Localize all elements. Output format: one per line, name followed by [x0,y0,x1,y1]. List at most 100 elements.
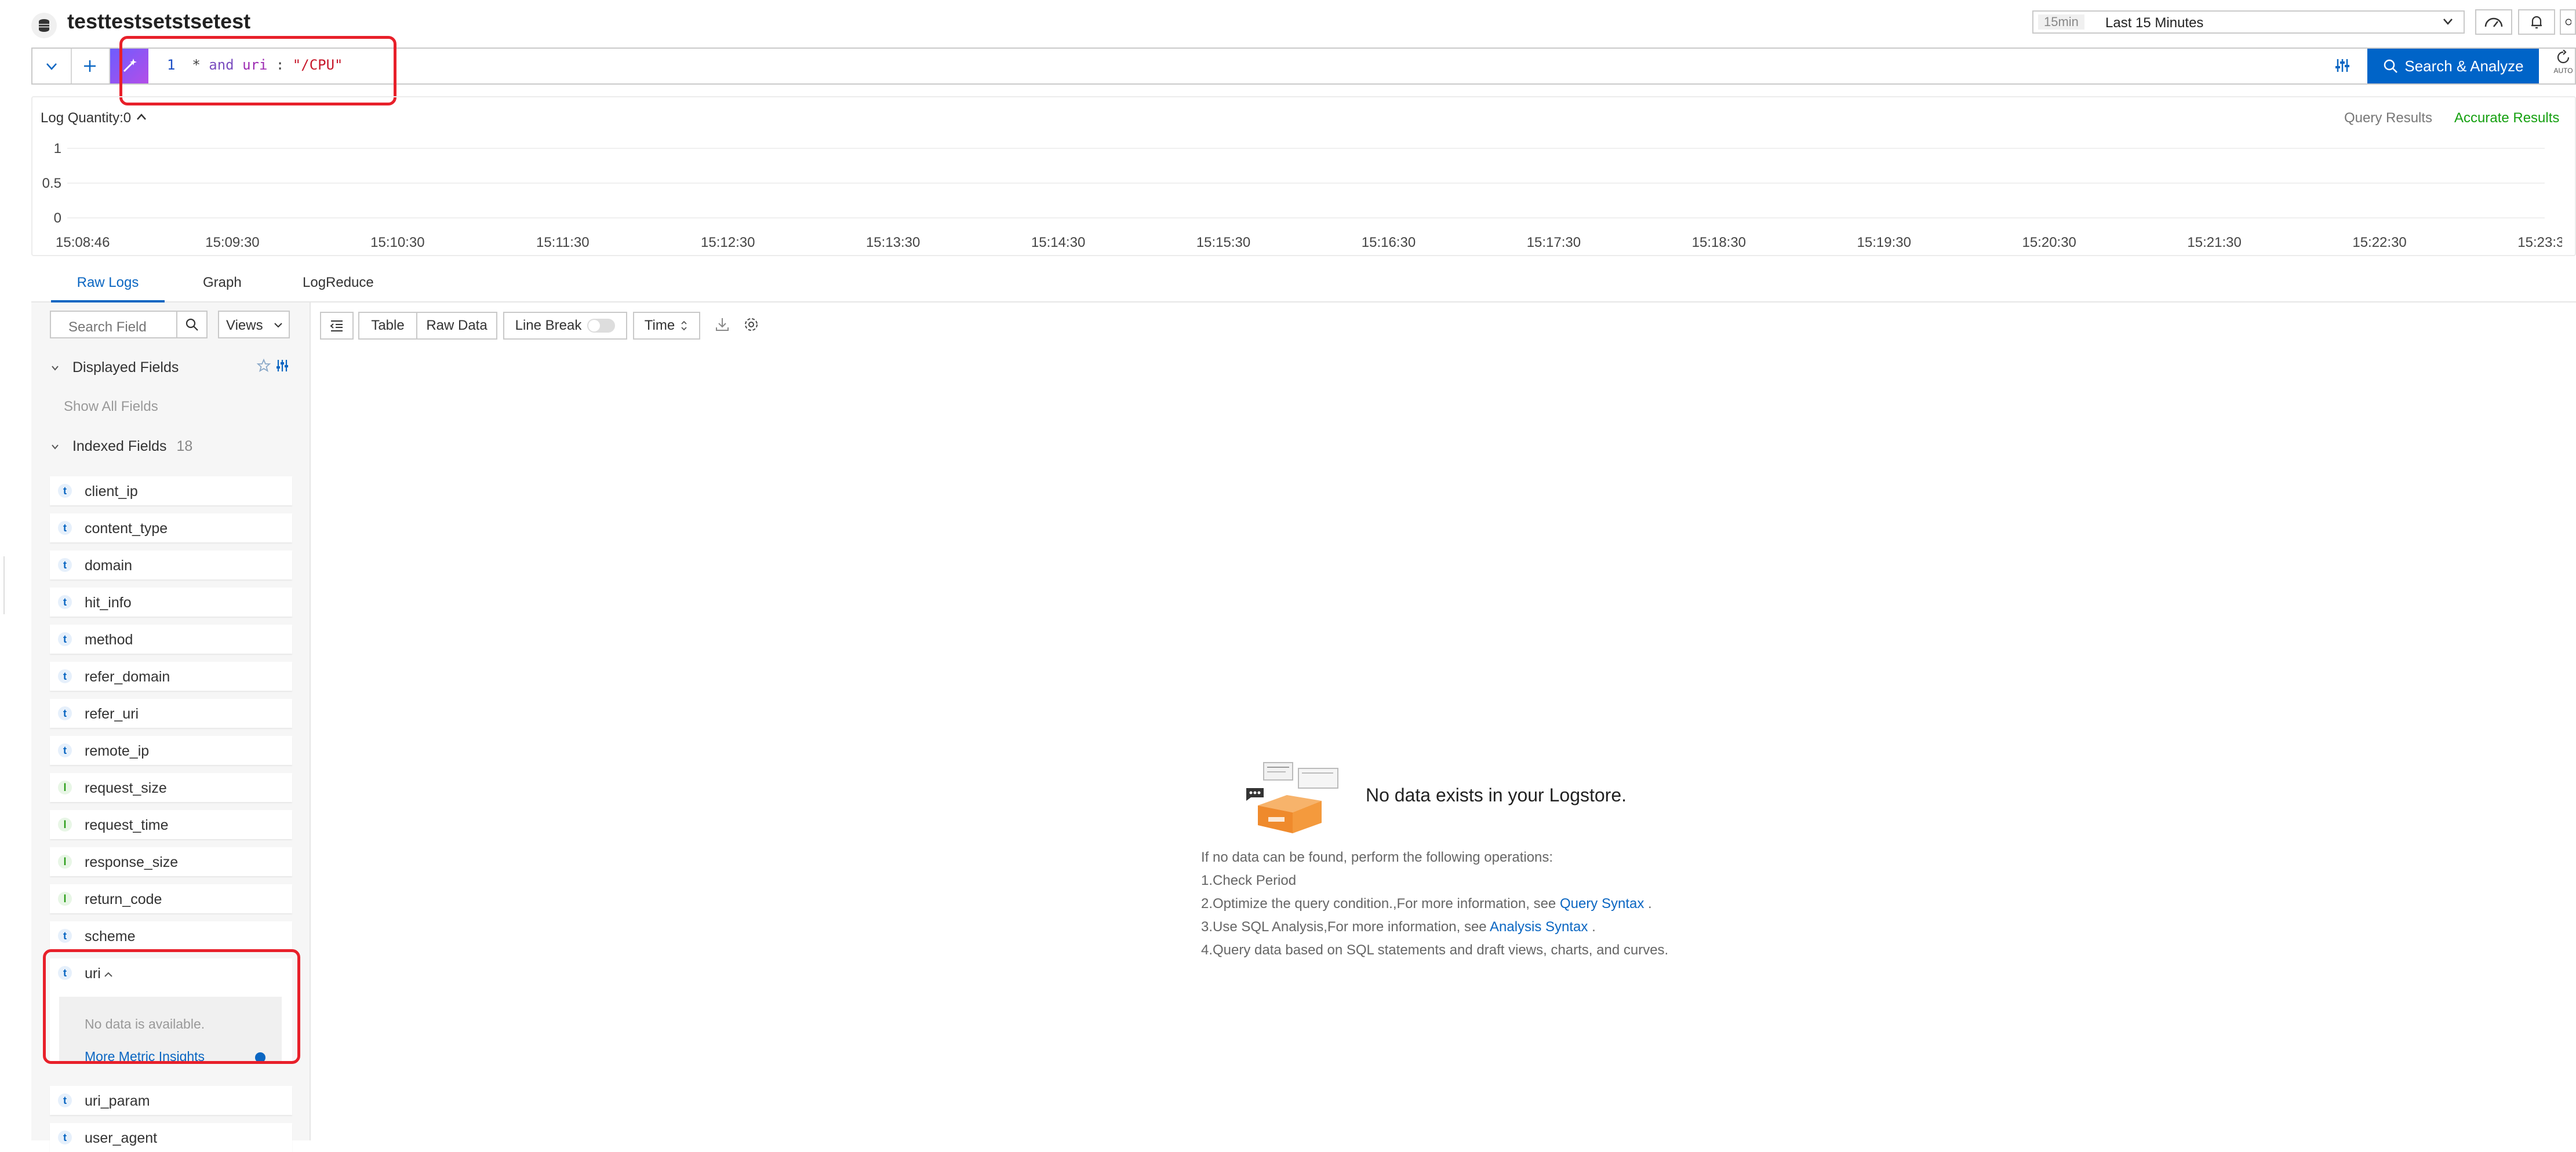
field-item-uri-param[interactable]: t uri_param [50,1086,292,1115]
collapse-list-button[interactable] [320,312,354,340]
field-item-hit-info[interactable]: t hit_info [50,588,292,617]
field-item-request-size[interactable]: l request_size [50,773,292,802]
field-item-remote-ip[interactable]: t remote_ip [50,736,292,765]
empty-state-step4: 4.Query data based on SQL statements and… [1201,942,1669,958]
favorite-fields-button[interactable] [256,358,271,376]
query-highlight-box [119,36,396,105]
field-search-button[interactable] [176,311,208,338]
x-tick-label: 15:08:46 [56,235,110,250]
field-type-badge: l [58,892,72,906]
field-name: method [85,632,133,648]
star-icon [256,358,271,372]
auto-refresh-button[interactable]: AUTO [2550,49,2576,82]
field-type-badge: t [58,595,72,609]
line-break-switch[interactable] [587,319,616,333]
field-item-scheme[interactable]: t scheme [50,921,292,950]
x-tick-label: 15:11:30 [536,235,590,250]
chevron-down-icon [52,444,59,450]
field-item-content-type[interactable]: t content_type [50,513,292,542]
field-item-method[interactable]: t method [50,625,292,654]
search-icon [185,318,198,331]
field-name: remote_ip [85,743,150,759]
displayed-fields-header[interactable]: Displayed Fields [50,359,179,376]
search-analyze-button[interactable]: Search & Analyze [2367,49,2539,83]
tab-graph[interactable]: Graph [203,275,242,300]
time-range-label: Last 15 Minutes [2105,15,2204,31]
search-icon [2384,59,2398,73]
field-type-badge: t [58,521,72,535]
refresh-gauge-button[interactable] [2475,9,2512,35]
uri-highlight-box [43,949,300,1064]
sliders-icon [2335,59,2349,72]
chevron-down-icon [2440,14,2455,33]
empty-state-intro: If no data can be found, perform the fol… [1201,850,1553,865]
field-item-client-ip[interactable]: t client_ip [50,476,292,505]
sliders-icon [276,360,288,371]
download-button[interactable] [714,316,730,336]
tab-logreduce[interactable]: LogReduce [303,275,374,300]
field-type-badge: t [58,743,72,757]
field-name: request_time [85,817,169,833]
y-tick-label: 0 [54,210,61,226]
sidebar-divider[interactable] [310,302,311,1140]
field-name: domain [85,557,132,574]
field-item-refer-domain[interactable]: t refer_domain [50,662,292,691]
time-sort-select[interactable]: Time [633,312,700,340]
field-type-badge: l [58,818,72,832]
line-break-toggle[interactable]: Line Break [503,312,627,340]
field-item-user-agent[interactable]: t user_agent [50,1123,292,1152]
indexed-fields-header[interactable]: Indexed Fields 18 [50,438,192,455]
display-settings-button[interactable] [743,316,759,336]
field-name: uri_param [85,1093,150,1109]
raw-data-view-button[interactable]: Raw Data [416,312,497,340]
empty-box-illustration [1240,759,1345,837]
field-name: request_size [85,780,167,796]
field-type-badge: t [58,1093,72,1107]
indent-icon [330,320,343,331]
x-tick-label: 15:20:30 [2022,235,2076,250]
plus-icon [84,60,96,72]
analysis-syntax-link[interactable]: Analysis Syntax [1490,919,1588,935]
refresh-icon [2557,49,2570,64]
alert-button[interactable] [2518,9,2555,35]
download-icon [716,318,729,331]
gauge-icon [2484,17,2503,27]
histogram-chart: 1 0.5 0 15:08:46 15:09:30 15:10:30 15:11:30 15:… [42,141,2562,250]
table-view-button[interactable]: Table [358,312,417,340]
chevron-down-icon [52,366,59,371]
field-item-response-size[interactable]: l response_size [50,847,292,876]
settings-button[interactable] [2560,9,2576,35]
query-expand-button[interactable] [32,49,72,83]
y-tick-label: 0.5 [42,176,61,191]
query-syntax-link[interactable]: Query Syntax [1560,896,1644,912]
chevron-up-icon [136,114,146,120]
step3-suffix: . [1588,919,1596,935]
filter-settings-button[interactable] [2334,57,2351,79]
add-query-button[interactable] [71,49,110,83]
field-type-badge: l [58,781,72,794]
views-select[interactable]: Views [218,311,290,338]
x-tick-label: 15:22:30 [2352,235,2406,250]
field-item-return-code[interactable]: l return_code [50,884,292,913]
field-type-badge: t [58,669,72,683]
empty-state-title: No data exists in your Logstore. [1366,785,1627,805]
tab-raw-logs[interactable]: Raw Logs [51,275,165,302]
collapse-handle[interactable] [0,556,5,614]
chevron-down-icon [274,323,282,328]
log-quantity-toggle[interactable]: Log Quantity:0 [41,110,148,126]
show-all-fields-link[interactable]: Show All Fields [64,399,158,415]
field-item-request-time[interactable]: l request_time [50,810,292,839]
field-settings-button[interactable] [275,358,290,376]
accurate-results-tab[interactable]: Accurate Results [2454,110,2559,126]
time-sort-label: Time [644,318,675,333]
field-name: content_type [85,520,168,537]
field-name: scheme [85,928,136,945]
field-name: hit_info [85,595,132,611]
x-tick-label: 15:13:30 [866,235,920,250]
indexed-fields-count: 18 [176,438,193,454]
query-results-tab[interactable]: Query Results [2344,110,2432,126]
field-item-refer-uri[interactable]: t refer_uri [50,699,292,728]
indexed-fields-label: Indexed Fields [72,438,167,454]
time-range-select[interactable]: 15min Last 15 Minutes [2032,10,2465,34]
field-item-domain[interactable]: t domain [50,551,292,579]
